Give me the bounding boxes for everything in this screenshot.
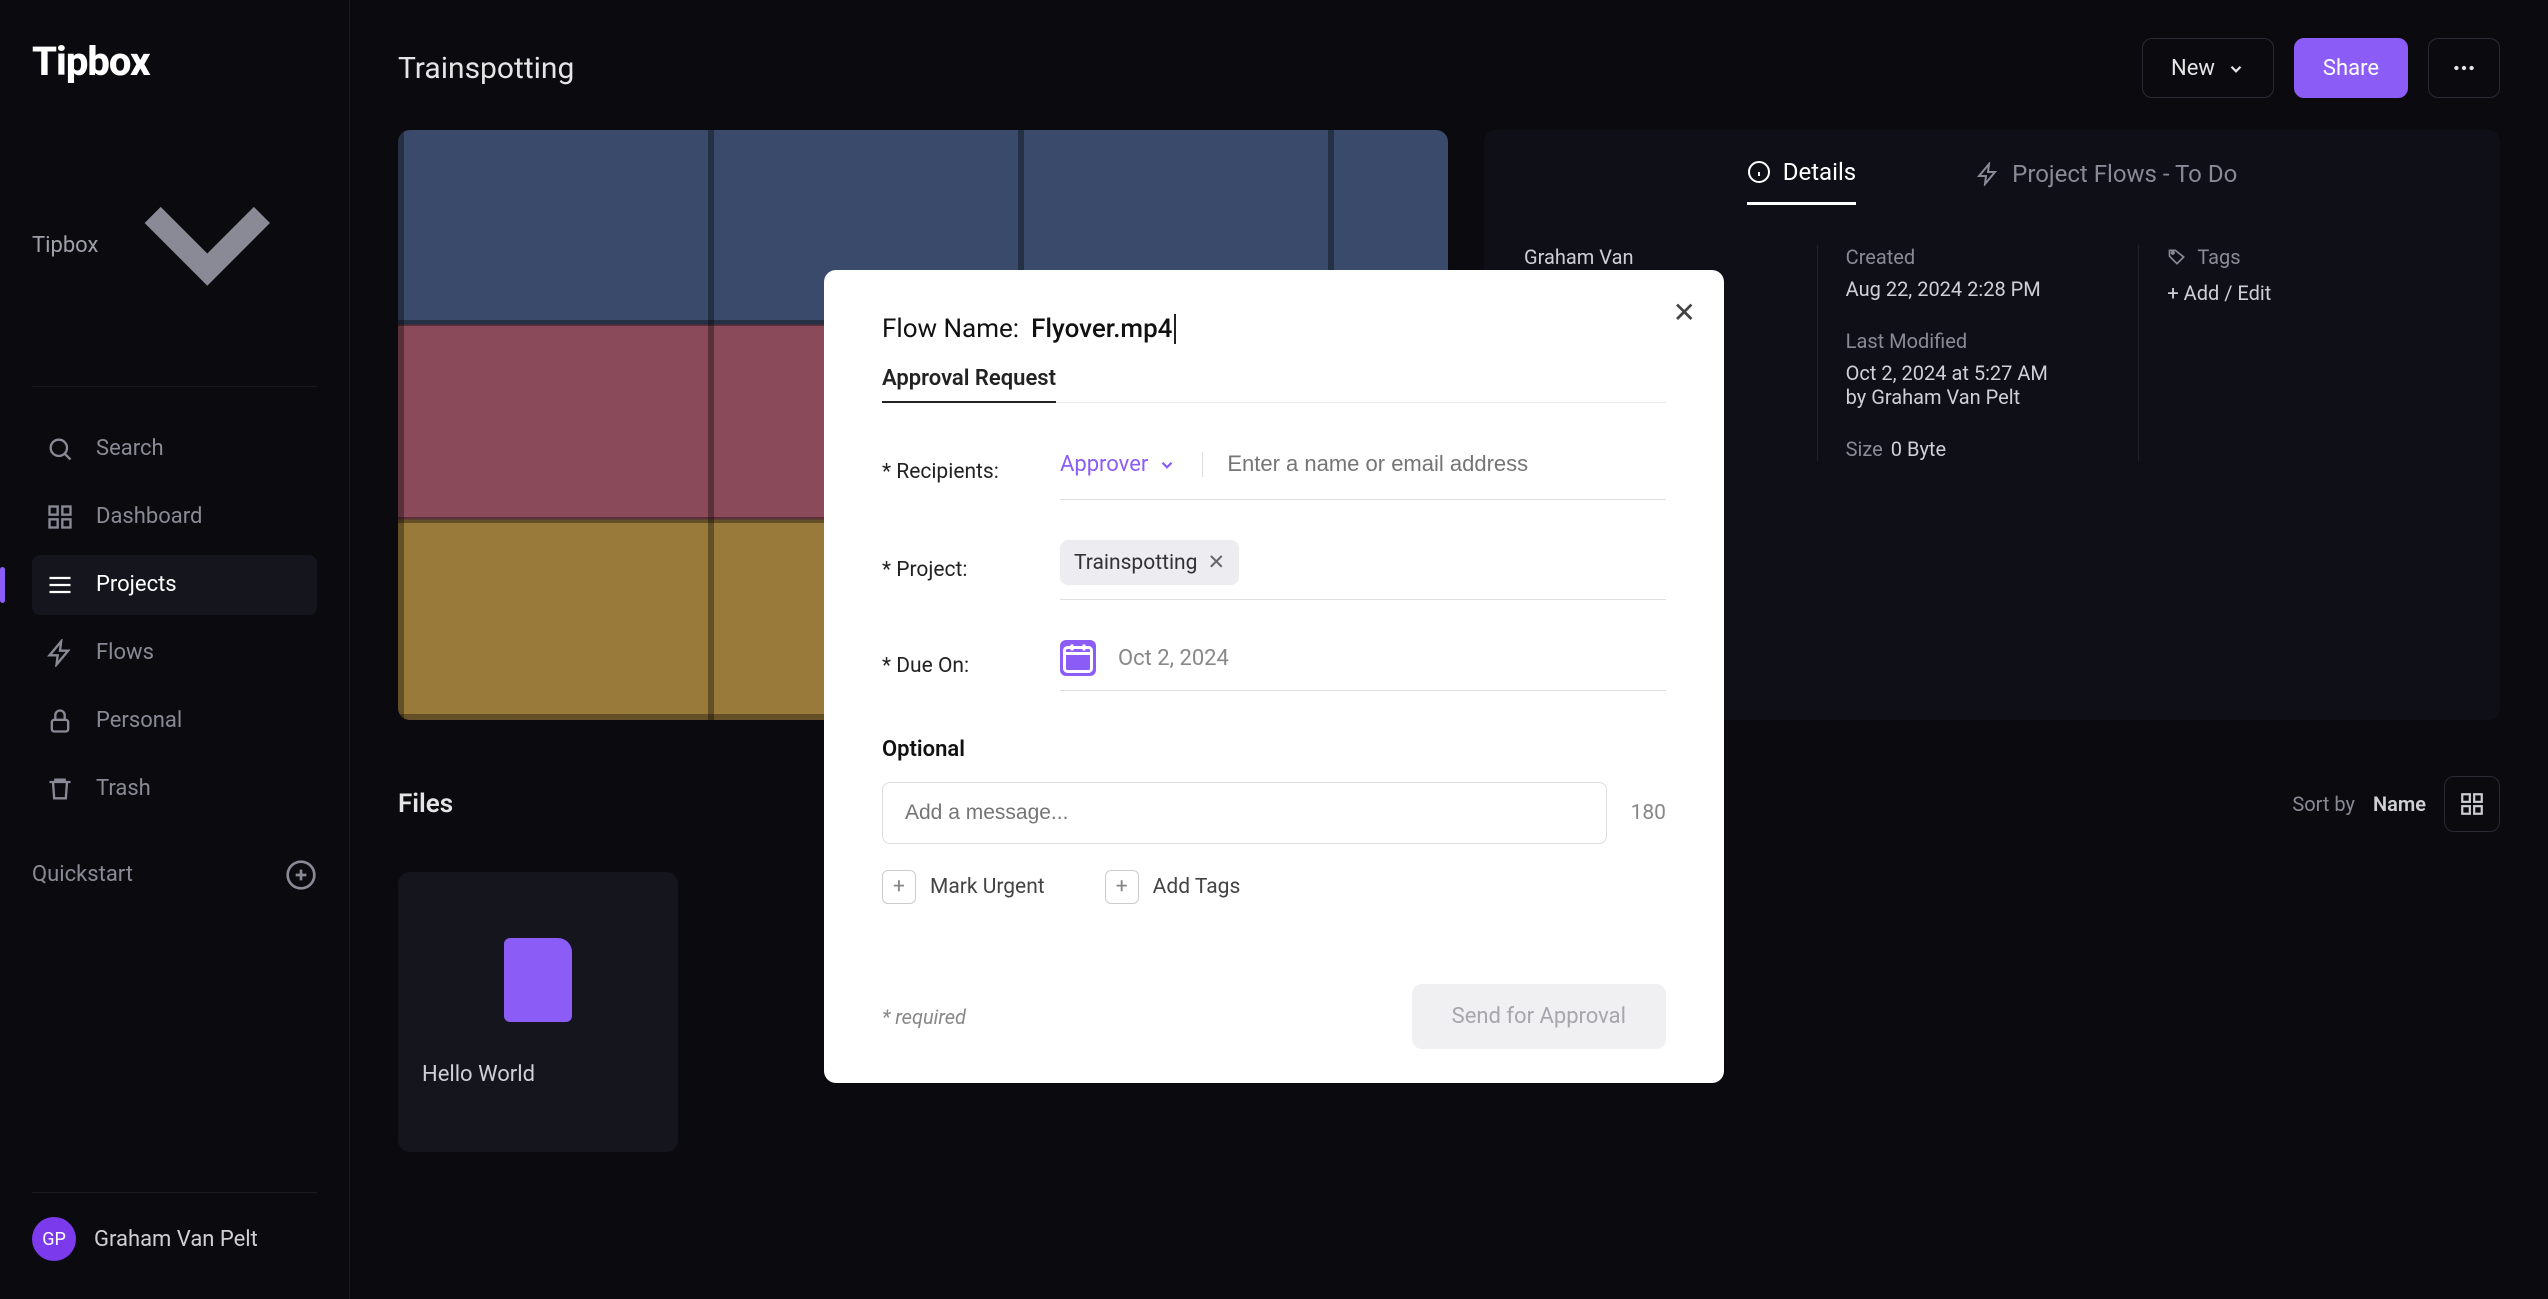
approver-dropdown[interactable]: Approver	[1060, 452, 1203, 477]
optional-actions: + Mark Urgent + Add Tags	[882, 870, 1666, 904]
mark-urgent-label: Mark Urgent	[930, 875, 1045, 899]
message-input[interactable]	[882, 782, 1607, 844]
approver-label: Approver	[1060, 452, 1148, 477]
due-label: * Due On:	[882, 654, 1032, 678]
flow-name-value[interactable]: Flyover.mp4	[1031, 314, 1176, 344]
project-row: * Project: Trainspotting ✕	[882, 540, 1666, 600]
chip-remove-icon[interactable]: ✕	[1207, 550, 1225, 575]
required-note: * required	[882, 1005, 966, 1029]
recipients-row: * Recipients: Approver	[882, 443, 1666, 500]
project-label: * Project:	[882, 558, 1032, 582]
modal-tab-approval[interactable]: Approval Request	[882, 366, 1056, 403]
chevron-down-icon	[1158, 455, 1176, 473]
calendar-icon[interactable]	[1060, 640, 1096, 676]
char-counter: 180	[1631, 801, 1666, 825]
mark-urgent-button[interactable]: + Mark Urgent	[882, 870, 1045, 904]
plus-icon: +	[1105, 870, 1139, 904]
project-chip-label: Trainspotting	[1074, 551, 1197, 575]
recipients-label: * Recipients:	[882, 460, 1032, 484]
due-value[interactable]: Oct 2, 2024	[1118, 646, 1229, 671]
modal-footer: * required Send for Approval	[882, 984, 1666, 1049]
message-row: 180	[882, 782, 1666, 844]
plus-icon: +	[882, 870, 916, 904]
flow-modal: ✕ Flow Name: Flyover.mp4 Approval Reques…	[824, 270, 1724, 1083]
due-row: * Due On: Oct 2, 2024	[882, 640, 1666, 691]
project-chip: Trainspotting ✕	[1060, 540, 1239, 585]
send-for-approval-button[interactable]: Send for Approval	[1412, 984, 1666, 1049]
optional-heading: Optional	[882, 737, 1666, 762]
add-tags-button[interactable]: + Add Tags	[1105, 870, 1241, 904]
flow-name-label: Flow Name:	[882, 314, 1019, 344]
modal-backdrop: ✕ Flow Name: Flyover.mp4 Approval Reques…	[0, 0, 2548, 1299]
modal-title: Flow Name: Flyover.mp4	[882, 314, 1666, 344]
close-icon[interactable]: ✕	[1673, 296, 1696, 329]
add-tags-label: Add Tags	[1153, 875, 1241, 899]
recipients-input[interactable]	[1225, 443, 1666, 485]
